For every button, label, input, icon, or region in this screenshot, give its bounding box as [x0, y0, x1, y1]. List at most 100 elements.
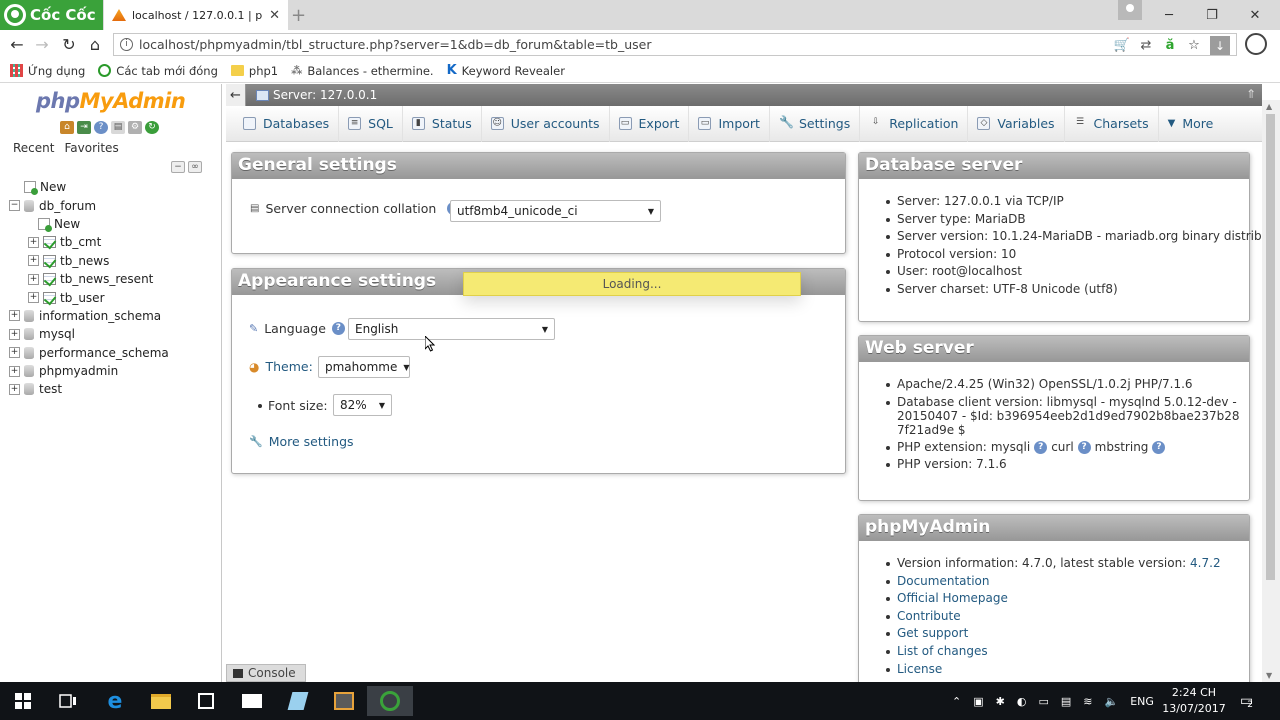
home-icon[interactable]: ⌂: [60, 121, 74, 134]
new-tab-button[interactable]: +: [291, 5, 306, 26]
tab-status[interactable]: ▮ Status: [403, 105, 482, 142]
bookmark-keyword-revealer[interactable]: K Keyword Revealer: [447, 63, 565, 78]
shopping-cart-icon[interactable]: 🛒: [1114, 38, 1130, 54]
reload-button[interactable]: ↻: [58, 34, 80, 54]
favorites-tab[interactable]: Favorites: [64, 141, 118, 155]
bookmark-recent-tabs[interactable]: Các tab mới đóng: [98, 64, 218, 78]
bookmark-star-icon[interactable]: ☆: [1186, 38, 1202, 54]
translate-icon[interactable]: ⇄: [1138, 38, 1154, 54]
theme-label[interactable]: Theme:: [265, 359, 312, 374]
collapse-all-icon[interactable]: −: [171, 161, 185, 173]
bookmark-php1[interactable]: php1: [230, 64, 278, 78]
coccoc-menu-icon[interactable]: [1245, 33, 1267, 55]
tree-db-item[interactable]: + phpmyadmin: [0, 362, 222, 380]
settings-gear-icon[interactable]: ⚙: [128, 121, 142, 134]
phpmyadmin-logo[interactable]: phpMyAdmin: [36, 89, 186, 113]
back-button[interactable]: ←: [6, 34, 28, 54]
tree-db-item[interactable]: + mysql: [0, 325, 222, 343]
input-language[interactable]: ENG: [1130, 695, 1154, 708]
link-with-main-icon[interactable]: ∞: [188, 161, 202, 173]
minimize-button[interactable]: ─: [1147, 0, 1191, 30]
help-icon[interactable]: ?: [331, 322, 345, 335]
tree-table-item[interactable]: + tb_news: [0, 252, 222, 270]
power-icon[interactable]: ▭: [1038, 695, 1048, 708]
console-toggle[interactable]: Console: [226, 664, 306, 682]
scroll-up-icon[interactable]: ▲: [1266, 102, 1272, 111]
official-homepage-link[interactable]: Official Homepage: [886, 590, 1247, 608]
expand-icon[interactable]: +: [28, 236, 39, 248]
contribute-link[interactable]: Contribute: [886, 608, 1247, 626]
tab-variables[interactable]: ◇ Variables: [968, 105, 1065, 142]
task-view-button[interactable]: [45, 686, 91, 716]
tab-charsets[interactable]: ☰ Charsets: [1065, 105, 1159, 142]
expand-icon[interactable]: +: [9, 365, 20, 377]
license-link[interactable]: License: [886, 661, 1247, 679]
coccoc-brand[interactable]: Cốc Cốc: [0, 0, 103, 30]
tab-import[interactable]: ▭ Import: [689, 105, 770, 142]
tab-export[interactable]: ▭ Export: [610, 105, 690, 142]
clock[interactable]: 2:24 CH 13/07/2017: [1162, 685, 1226, 717]
page-scrollbar[interactable]: ▲ ▼: [1262, 100, 1280, 682]
tree-table-item[interactable]: + tb_user: [0, 288, 222, 306]
wifi-icon[interactable]: ≋: [1083, 695, 1092, 708]
get-support-link[interactable]: Get support: [886, 625, 1247, 643]
coccoc-taskbar-icon[interactable]: [367, 686, 413, 716]
tab-close-icon[interactable]: ✕: [269, 8, 280, 23]
mail-icon[interactable]: [229, 686, 275, 716]
help-icon[interactable]: ?: [1077, 440, 1091, 454]
address-bar[interactable]: i localhost/phpmyadmin/tbl_structure.php…: [113, 33, 1237, 56]
notes-app-icon[interactable]: [275, 686, 321, 716]
tree-db-item[interactable]: + performance_schema: [0, 344, 222, 362]
file-explorer-icon[interactable]: [138, 686, 184, 716]
theme-select[interactable]: pmahomme ▼: [318, 356, 410, 378]
tree-table-item[interactable]: + tb_cmt: [0, 233, 222, 251]
expand-icon[interactable]: +: [9, 383, 20, 395]
tree-new-item[interactable]: New: [0, 178, 222, 196]
tree-db-item[interactable]: + test: [0, 380, 222, 398]
more-settings-link[interactable]: More settings: [269, 434, 354, 449]
tree-table-item[interactable]: + tb_news_resent: [0, 270, 222, 288]
close-window-button[interactable]: ✕: [1233, 0, 1277, 30]
expand-icon[interactable]: +: [28, 255, 39, 267]
recent-tab[interactable]: Recent: [13, 141, 54, 155]
latest-version-link[interactable]: 4.7.2: [1190, 556, 1221, 570]
profile-icon[interactable]: [1118, 0, 1142, 20]
documentation-icon[interactable]: ▤: [111, 121, 125, 134]
vietnamese-input-icon[interactable]: ă: [1162, 38, 1178, 54]
tray-app-icon[interactable]: ▤: [1061, 695, 1071, 708]
tree-db-item[interactable]: − db_forum: [0, 196, 222, 214]
expand-icon[interactable]: +: [28, 292, 39, 304]
reload-nav-icon[interactable]: ↻: [145, 121, 159, 134]
tab-replication[interactable]: ⇩ Replication: [860, 105, 969, 142]
expand-icon[interactable]: +: [9, 310, 20, 322]
sublime-text-icon[interactable]: [321, 686, 367, 716]
documentation-link[interactable]: Documentation: [886, 573, 1247, 591]
list-of-changes-link[interactable]: List of changes: [886, 643, 1247, 661]
tab-more[interactable]: ▼ More: [1159, 106, 1223, 142]
fontsize-select[interactable]: 82% ▼: [333, 394, 392, 416]
store-icon[interactable]: [183, 686, 229, 716]
logout-icon[interactable]: ⇥: [77, 121, 91, 134]
tab-settings[interactable]: 🔧 Settings: [770, 105, 861, 142]
bookmark-apps[interactable]: Ứng dụng: [10, 64, 85, 78]
tree-db-item[interactable]: + information_schema: [0, 307, 222, 325]
browser-tab[interactable]: localhost / 127.0.0.1 | php ✕: [104, 0, 288, 30]
collapse-top-icon[interactable]: ⇑: [1246, 87, 1256, 101]
help-icon[interactable]: ?: [1152, 440, 1166, 454]
restore-button[interactable]: ❐: [1190, 0, 1234, 30]
tree-new-item[interactable]: New: [0, 215, 222, 233]
language-select[interactable]: English ▼: [348, 318, 555, 340]
server-label[interactable]: Server: 127.0.0.1: [273, 88, 377, 102]
tab-sql[interactable]: ≡ SQL: [339, 105, 403, 142]
start-button[interactable]: [0, 686, 46, 716]
expand-icon[interactable]: +: [28, 273, 39, 285]
tray-expand-icon[interactable]: ⌃: [952, 695, 961, 708]
tab-databases[interactable]: Databases: [234, 105, 340, 142]
edge-icon[interactable]: e: [92, 686, 138, 716]
expand-icon[interactable]: +: [9, 328, 20, 340]
bluetooth-icon[interactable]: ✱: [996, 695, 1005, 708]
forward-button[interactable]: →: [31, 34, 53, 54]
security-icon[interactable]: ◐: [1017, 695, 1027, 708]
volume-icon[interactable]: 🔈: [1104, 695, 1118, 708]
nav-toggle-arrow-icon[interactable]: ←: [226, 84, 246, 106]
